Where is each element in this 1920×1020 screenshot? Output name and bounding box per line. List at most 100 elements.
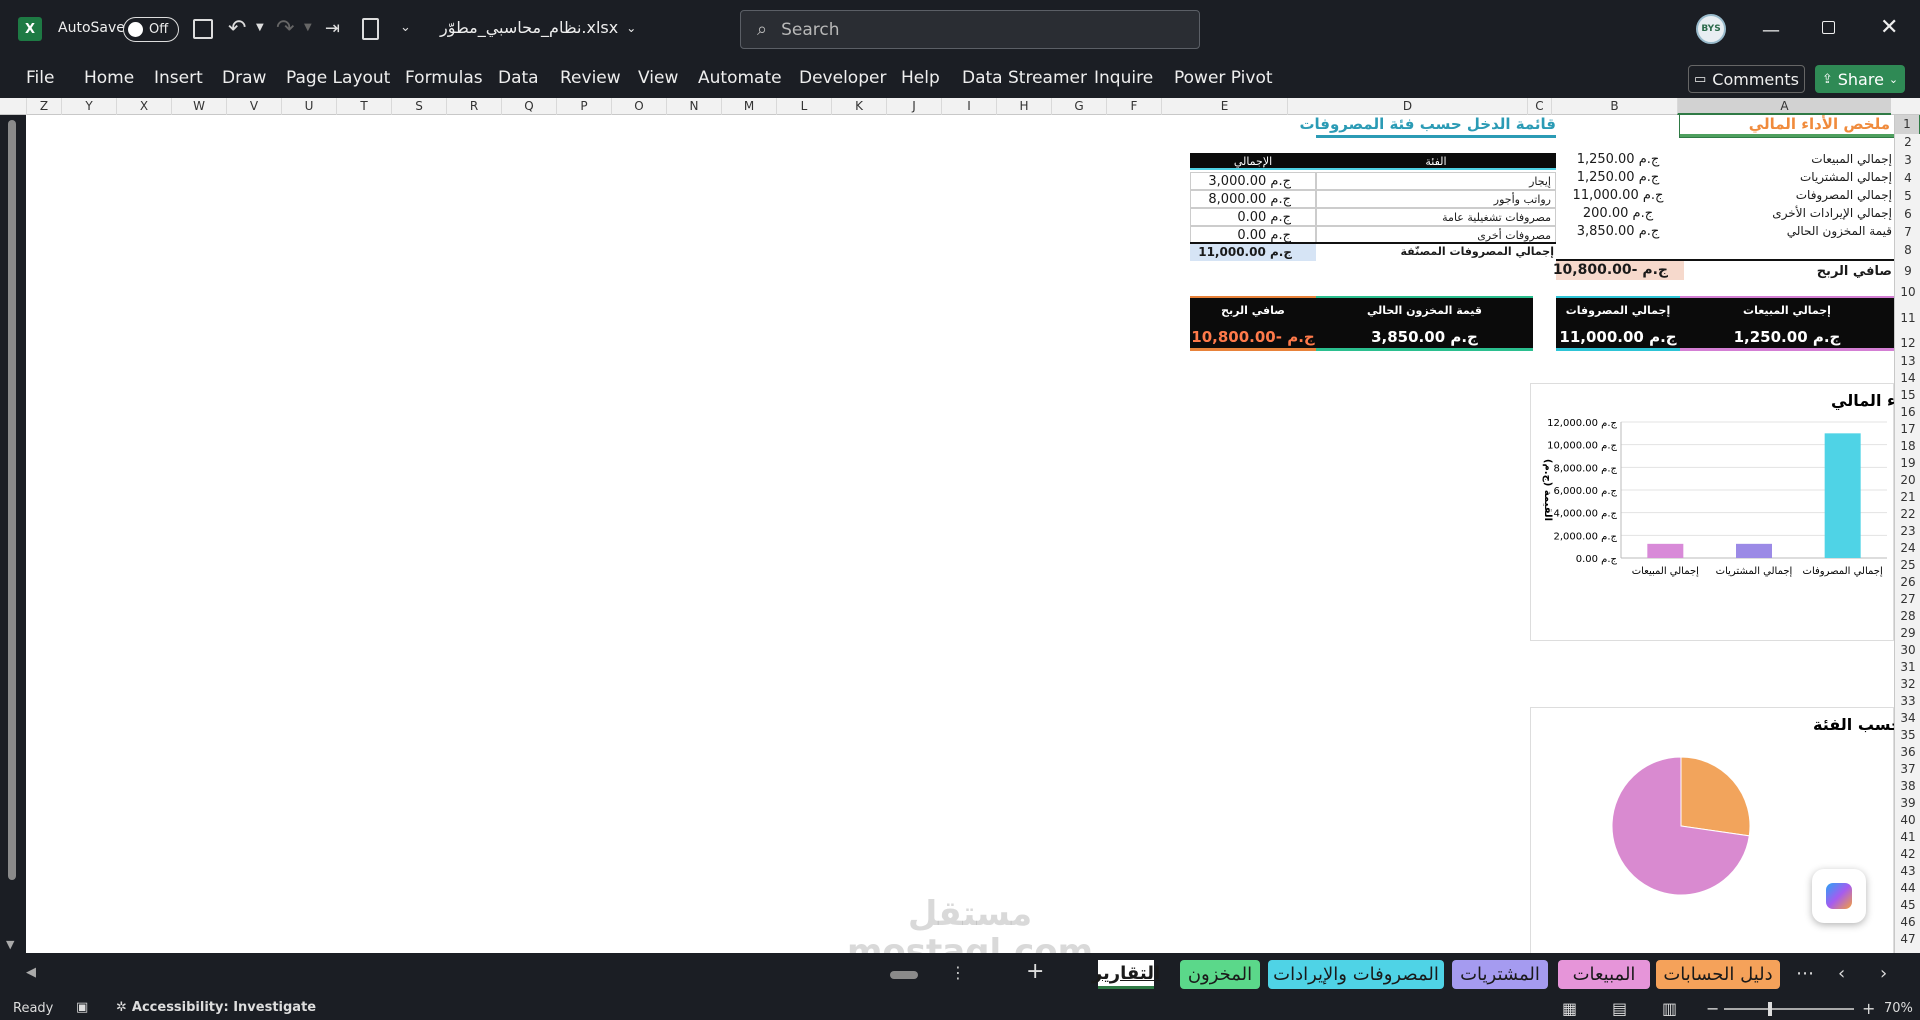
sheet-tab[interactable]: المبيعات xyxy=(1558,960,1650,989)
expense-total[interactable]: ج.م 8,000.00 xyxy=(1190,190,1316,208)
row-header-15[interactable]: 15 xyxy=(1895,387,1920,404)
row-header-3[interactable]: 3 xyxy=(1895,151,1920,169)
avatar[interactable]: BYS xyxy=(1696,14,1726,44)
horizontal-scroll-thumb[interactable] xyxy=(890,971,918,979)
column-header-P[interactable]: P xyxy=(556,98,611,115)
row-header-33[interactable]: 33 xyxy=(1895,693,1920,710)
summary-row-value[interactable]: ج.م 11,000.00 xyxy=(1556,188,1680,203)
menu-draw[interactable]: Draw xyxy=(222,68,266,88)
kpi-card[interactable]: قيمة المخزون الحالي ج.م 3,850.00 xyxy=(1316,296,1533,351)
save-icon[interactable] xyxy=(193,19,213,39)
row-header-32[interactable]: 32 xyxy=(1895,676,1920,693)
summary-row-value[interactable]: ج.م 1,250.00 xyxy=(1556,152,1680,167)
column-header-D[interactable]: D xyxy=(1287,98,1527,115)
column-header-K[interactable]: K xyxy=(831,98,886,115)
expense-category[interactable]: رواتب وأجور xyxy=(1316,190,1556,208)
column-header-X[interactable]: X xyxy=(116,98,171,115)
summary-row-label[interactable]: إجمالي المبيعات xyxy=(1706,152,1892,166)
tab-options-icon[interactable]: ⋮ xyxy=(950,963,966,982)
row-header-26[interactable]: 26 xyxy=(1895,574,1920,591)
row-header-30[interactable]: 30 xyxy=(1895,642,1920,659)
column-header-M[interactable]: M xyxy=(721,98,776,115)
tab-next-icon[interactable]: › xyxy=(1880,963,1887,984)
expense-total[interactable]: ج.م 0.00 xyxy=(1190,208,1316,226)
normal-view-icon[interactable]: ▦ xyxy=(1562,999,1577,1018)
redo-dropdown-icon[interactable]: ▼ xyxy=(304,22,312,33)
column-header-H[interactable]: H xyxy=(996,98,1051,115)
row-header-21[interactable]: 21 xyxy=(1895,489,1920,506)
undo-dropdown-icon[interactable]: ▼ xyxy=(256,22,264,33)
summary-row-value[interactable]: ج.م 3,850.00 xyxy=(1556,224,1680,239)
row-header-35[interactable]: 35 xyxy=(1895,727,1920,744)
row-header-43[interactable]: 43 xyxy=(1895,863,1920,880)
menu-review[interactable]: Review xyxy=(560,68,621,88)
row-header-9[interactable]: 9 xyxy=(1895,260,1920,282)
vertical-scrollbar[interactable]: ▲ ▼ xyxy=(0,98,26,953)
summary-row-label[interactable]: إجمالي المشتريات xyxy=(1706,170,1892,184)
summary-row-value[interactable]: ج.م 1,250.00 xyxy=(1556,170,1680,185)
zoom-slider[interactable] xyxy=(1724,1002,1854,1016)
row-header-42[interactable]: 42 xyxy=(1895,846,1920,863)
column-header-B[interactable]: B xyxy=(1551,98,1677,115)
row-header-5[interactable]: 5 xyxy=(1895,187,1920,205)
minimize-icon[interactable]: — xyxy=(1762,20,1780,41)
column-header-Z[interactable]: Z xyxy=(26,98,61,115)
column-header-L[interactable]: L xyxy=(776,98,831,115)
row-header-45[interactable]: 45 xyxy=(1895,897,1920,914)
row-header-10[interactable]: 10 xyxy=(1895,282,1920,302)
macro-record-icon[interactable]: ▣ xyxy=(76,1000,88,1015)
row-header-8[interactable]: 8 xyxy=(1895,241,1920,260)
row-header-47[interactable]: 47 xyxy=(1895,931,1920,948)
worksheet[interactable]: ملخص الأداء المالي إجمالي المبيعات ج.م 1,… xyxy=(26,115,1894,953)
row-header-29[interactable]: 29 xyxy=(1895,625,1920,642)
autosave-toggle[interactable]: Off xyxy=(123,17,179,42)
column-header-J[interactable]: J xyxy=(886,98,941,115)
customize-toolbar-icon[interactable]: ⌄ xyxy=(400,20,411,35)
scroll-down-icon[interactable]: ▼ xyxy=(6,938,14,951)
profit-label[interactable]: صافي الربح xyxy=(1746,264,1892,279)
column-header-T[interactable]: T xyxy=(336,98,391,115)
row-header-2[interactable]: 2 xyxy=(1895,134,1920,151)
row-header-23[interactable]: 23 xyxy=(1895,523,1920,540)
column-header-Y[interactable]: Y xyxy=(61,98,116,115)
expenses-total-value[interactable]: ج.م 11,000.00 xyxy=(1190,244,1316,261)
column-header-C[interactable]: C xyxy=(1527,98,1551,115)
row-header-4[interactable]: 4 xyxy=(1895,169,1920,187)
sheet-tab[interactable]: التقارير xyxy=(1092,960,1160,989)
menu-developer[interactable]: Developer xyxy=(799,68,886,88)
menu-insert[interactable]: Insert xyxy=(154,68,203,88)
row-header-13[interactable]: 13 xyxy=(1895,353,1920,370)
row-header-19[interactable]: 19 xyxy=(1895,455,1920,472)
menu-data[interactable]: Data xyxy=(498,68,539,88)
row-header-11[interactable]: 11 xyxy=(1895,302,1920,334)
menu-data-streamer[interactable]: Data Streamer xyxy=(962,68,1087,88)
row-header-6[interactable]: 6 xyxy=(1895,205,1920,223)
row-header-25[interactable]: 25 xyxy=(1895,557,1920,574)
row-header-24[interactable]: 24 xyxy=(1895,540,1920,557)
search-input[interactable]: ⌕ Search xyxy=(740,10,1200,49)
menu-help[interactable]: Help xyxy=(901,68,940,88)
summary-row-label[interactable]: إجمالي المصروفات xyxy=(1706,188,1892,202)
comments-button[interactable]: ▭ Comments xyxy=(1688,65,1805,93)
menu-inquire[interactable]: Inquire xyxy=(1094,68,1153,88)
sheet-tab[interactable]: المصروفات والإيرادات xyxy=(1268,960,1444,989)
row-header-1[interactable]: 1 xyxy=(1895,115,1920,134)
sheet-tab[interactable]: دليل الحسابات xyxy=(1656,960,1780,989)
column-header-Q[interactable]: Q xyxy=(501,98,556,115)
restore-icon[interactable] xyxy=(1822,21,1835,34)
menu-automate[interactable]: Automate xyxy=(698,68,782,88)
column-header-N[interactable]: N xyxy=(666,98,721,115)
accessibility-status[interactable]: ✲ Accessibility: Investigate xyxy=(116,1000,316,1015)
close-icon[interactable]: ✕ xyxy=(1880,15,1898,40)
menu-home[interactable]: Home xyxy=(84,68,134,88)
row-header-14[interactable]: 14 xyxy=(1895,370,1920,387)
redo-icon[interactable]: ↷ xyxy=(276,16,294,41)
page-layout-view-icon[interactable]: ▤ xyxy=(1612,999,1627,1018)
copilot-button[interactable] xyxy=(1812,869,1866,923)
add-sheet-icon[interactable]: + xyxy=(1026,959,1044,984)
bar-chart-panel[interactable]: مقارنة الأداء المالي ج.م 0.00 ج.م 2,000.00… xyxy=(1530,383,1894,641)
row-header-16[interactable]: 16 xyxy=(1895,404,1920,421)
row-header-44[interactable]: 44 xyxy=(1895,880,1920,897)
menu-view[interactable]: View xyxy=(638,68,678,88)
expense-category[interactable]: مصروفات تشغيلية عامة xyxy=(1316,208,1556,226)
